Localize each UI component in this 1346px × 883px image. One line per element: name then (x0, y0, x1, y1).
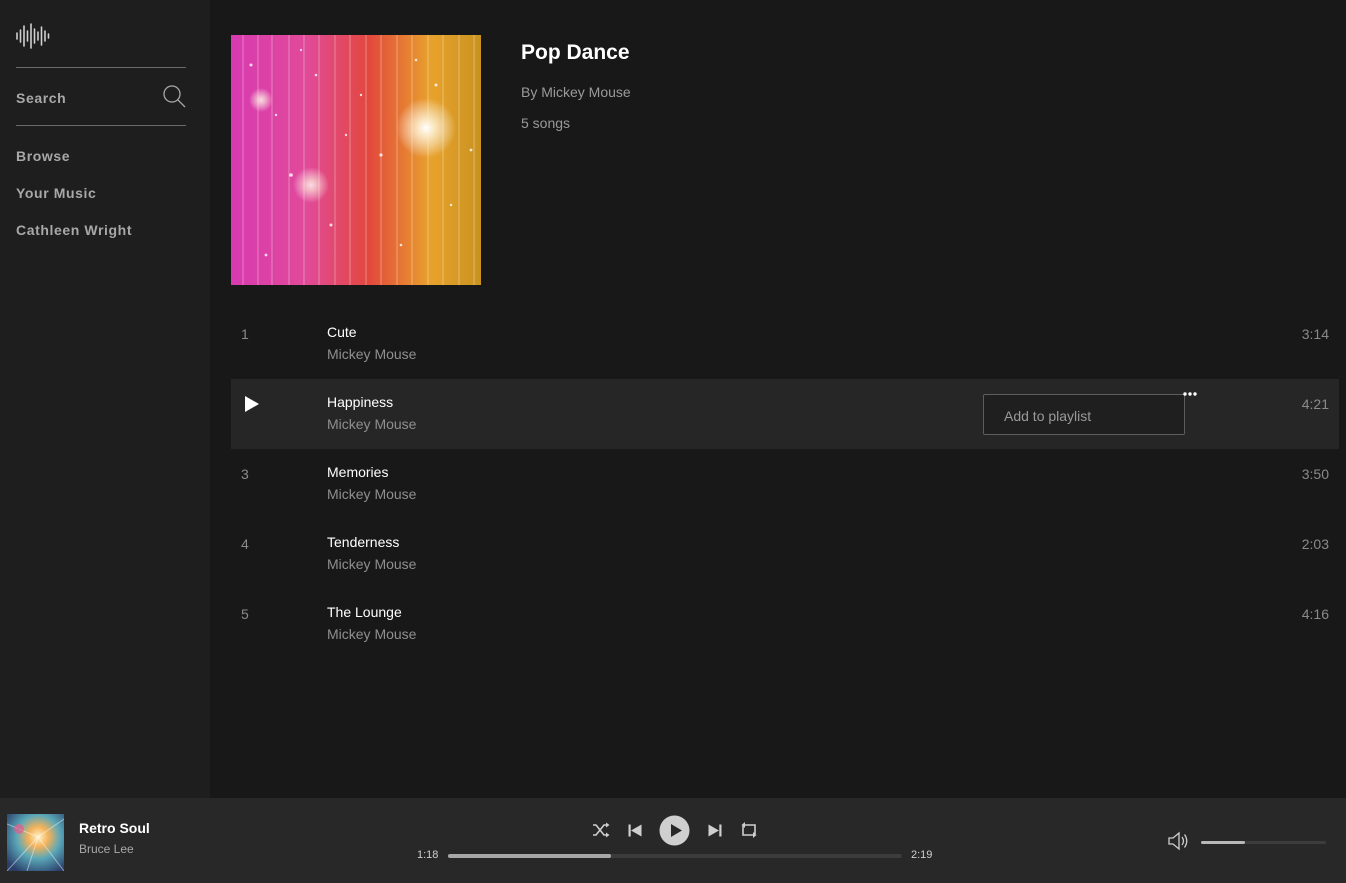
track-duration: 4:16 (1301, 606, 1329, 622)
track-row[interactable]: Happiness Mickey Mouse Add to playlist 4… (231, 379, 1339, 449)
play-icon[interactable] (244, 395, 260, 413)
track-artist[interactable]: Mickey Mouse (327, 556, 416, 572)
waveform-logo-icon[interactable] (16, 23, 50, 49)
volume-icon[interactable] (1168, 831, 1190, 851)
nav-browse[interactable]: Browse (16, 148, 70, 164)
progress-fill (448, 854, 612, 858)
more-options-icon[interactable] (1182, 391, 1198, 397)
track-duration: 2:03 (1301, 536, 1329, 552)
track-name: Memories (327, 464, 389, 480)
elapsed-time: 1:18 (417, 849, 439, 861)
now-playing-album-art[interactable] (7, 814, 64, 871)
track-duration: 4:21 (1301, 396, 1329, 412)
playlist-cover-art[interactable] (231, 35, 481, 285)
shuffle-icon[interactable] (592, 822, 610, 838)
sidebar: Search Browse Your Music Cathleen Wright (0, 0, 210, 798)
track-row[interactable]: 4 Tenderness Mickey Mouse 2:03 (231, 519, 1339, 589)
track-duration: 3:14 (1301, 326, 1329, 342)
nav-your-music[interactable]: Your Music (16, 185, 96, 201)
repeat-icon[interactable] (740, 822, 758, 838)
track-number: 5 (241, 606, 249, 622)
previous-icon[interactable] (628, 824, 642, 837)
playlist-title: Pop Dance (521, 41, 630, 64)
track-number: 1 (241, 326, 249, 342)
track-number: 4 (241, 536, 249, 552)
search-label: Search (16, 90, 67, 106)
track-artist[interactable]: Mickey Mouse (327, 346, 416, 362)
now-playing-artist[interactable]: Bruce Lee (79, 842, 134, 856)
nav-user-profile[interactable]: Cathleen Wright (16, 222, 132, 238)
track-number: 3 (241, 466, 249, 482)
track-artist[interactable]: Mickey Mouse (327, 416, 416, 432)
sidebar-divider (16, 67, 186, 68)
total-time: 2:19 (911, 849, 933, 861)
track-artist[interactable]: Mickey Mouse (327, 486, 416, 502)
add-to-playlist-button[interactable]: Add to playlist (983, 394, 1185, 435)
track-artist[interactable]: Mickey Mouse (327, 626, 416, 642)
track-name: Happiness (327, 394, 394, 410)
track-name: Cute (327, 324, 357, 340)
track-row[interactable]: 3 Memories Mickey Mouse 3:50 (231, 449, 1339, 519)
playlist-owner[interactable]: By Mickey Mouse (521, 84, 631, 100)
play-button[interactable] (659, 815, 690, 846)
track-name: The Lounge (327, 604, 402, 620)
search-icon[interactable] (162, 84, 186, 108)
track-duration: 3:50 (1301, 466, 1329, 482)
sidebar-divider (16, 125, 186, 126)
track-row[interactable]: 5 The Lounge Mickey Mouse 4:16 (231, 589, 1339, 659)
volume-fill (1201, 841, 1245, 844)
now-playing-title[interactable]: Retro Soul (79, 820, 150, 836)
playlist-view: Pop Dance By Mickey Mouse 5 songs 1 Cute… (210, 0, 1346, 798)
next-icon[interactable] (708, 824, 722, 837)
player-bar: Retro Soul Bruce Lee 1:18 2:19 (0, 798, 1346, 883)
volume-slider[interactable] (1201, 841, 1326, 844)
track-name: Tenderness (327, 534, 400, 550)
sidebar-search[interactable]: Search (16, 82, 186, 112)
track-row[interactable]: 1 Cute Mickey Mouse 3:14 (231, 309, 1339, 379)
progress-bar[interactable] (448, 854, 902, 858)
playlist-song-count: 5 songs (521, 115, 571, 131)
